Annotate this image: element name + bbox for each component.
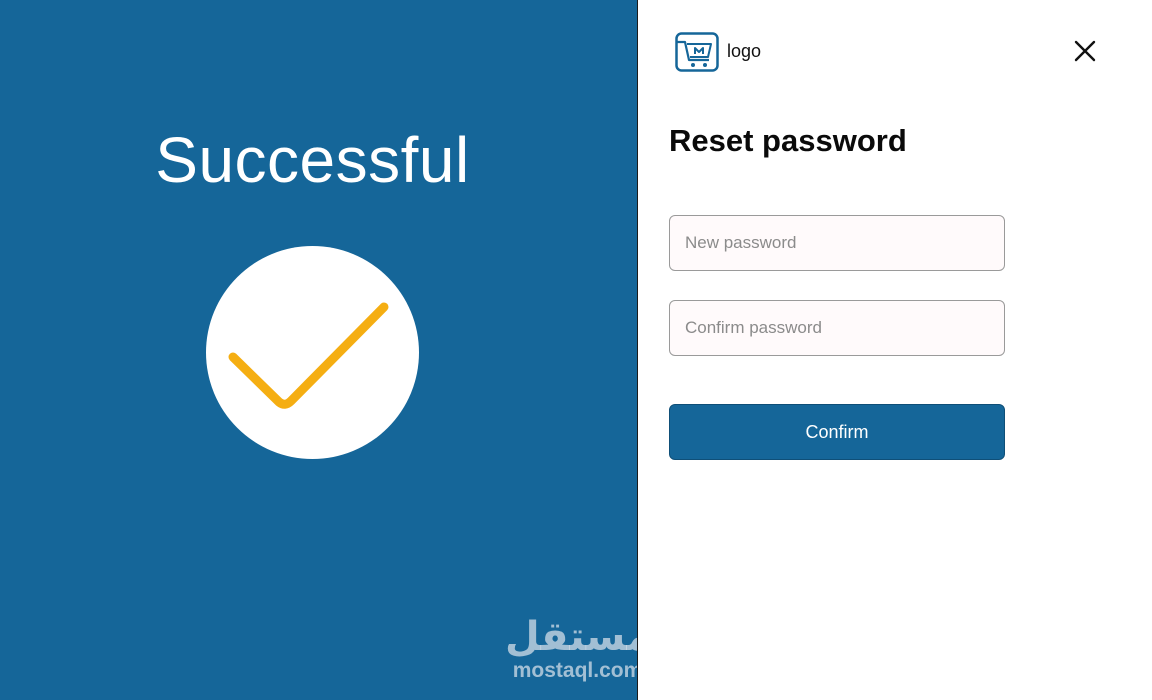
page-title: Reset password bbox=[669, 123, 907, 158]
watermark: مستقل mostaql.com bbox=[505, 615, 652, 683]
confirm-password-field[interactable] bbox=[669, 300, 1005, 356]
logo-label: logo bbox=[727, 41, 762, 61]
success-panel: Successful مستقل mostaql.com bbox=[0, 0, 651, 700]
watermark-arabic: مستقل bbox=[505, 615, 652, 659]
confirm-button[interactable]: Confirm bbox=[669, 404, 1005, 460]
success-badge bbox=[206, 246, 419, 459]
checkmark-icon bbox=[228, 302, 389, 409]
watermark-latin: mostaql.com bbox=[512, 659, 643, 682]
reset-password-panel: logo Reset password Confirm bbox=[638, 0, 1152, 700]
shopping-cart-icon bbox=[675, 32, 719, 72]
close-icon[interactable] bbox=[1071, 37, 1099, 65]
new-password-field[interactable] bbox=[669, 215, 1005, 271]
success-title: Successful bbox=[155, 124, 470, 196]
app-root: Successful مستقل mostaql.com logo Reset … bbox=[0, 0, 1152, 700]
